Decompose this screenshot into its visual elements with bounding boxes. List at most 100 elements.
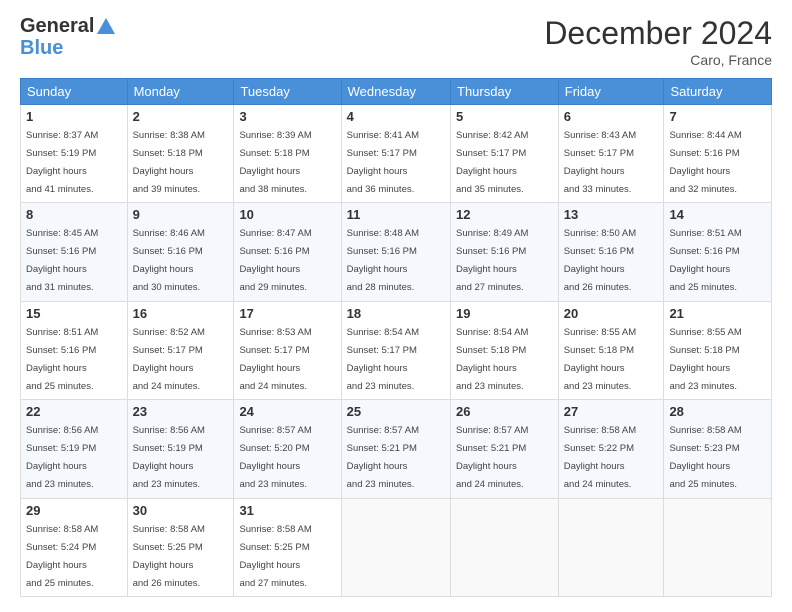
day-info: Sunrise: 8:41 AMSunset: 5:17 PMDaylight … (347, 130, 419, 195)
calendar-cell: 13 Sunrise: 8:50 AMSunset: 5:16 PMDaylig… (558, 203, 664, 301)
header-sunday: Sunday (21, 79, 128, 105)
calendar-cell: 20 Sunrise: 8:55 AMSunset: 5:18 PMDaylig… (558, 301, 664, 399)
day-number: 30 (133, 503, 229, 518)
calendar-week-3: 15 Sunrise: 8:51 AMSunset: 5:16 PMDaylig… (21, 301, 772, 399)
day-number: 21 (669, 306, 766, 321)
calendar-cell (558, 498, 664, 596)
day-number: 11 (347, 207, 445, 222)
day-info: Sunrise: 8:57 AMSunset: 5:21 PMDaylight … (456, 425, 528, 490)
day-number: 23 (133, 404, 229, 419)
day-number: 4 (347, 109, 445, 124)
calendar-cell: 22 Sunrise: 8:56 AMSunset: 5:19 PMDaylig… (21, 400, 128, 498)
day-number: 31 (239, 503, 335, 518)
calendar-week-5: 29 Sunrise: 8:58 AMSunset: 5:24 PMDaylig… (21, 498, 772, 596)
day-info: Sunrise: 8:55 AMSunset: 5:18 PMDaylight … (564, 327, 636, 392)
day-info: Sunrise: 8:56 AMSunset: 5:19 PMDaylight … (26, 425, 98, 490)
day-number: 6 (564, 109, 659, 124)
day-info: Sunrise: 8:57 AMSunset: 5:21 PMDaylight … (347, 425, 419, 490)
calendar-cell: 27 Sunrise: 8:58 AMSunset: 5:22 PMDaylig… (558, 400, 664, 498)
calendar-body: 1 Sunrise: 8:37 AMSunset: 5:19 PMDayligh… (21, 105, 772, 597)
header-saturday: Saturday (664, 79, 772, 105)
day-number: 8 (26, 207, 122, 222)
calendar-cell: 30 Sunrise: 8:58 AMSunset: 5:25 PMDaylig… (127, 498, 234, 596)
calendar-cell: 11 Sunrise: 8:48 AMSunset: 5:16 PMDaylig… (341, 203, 450, 301)
calendar-cell: 9 Sunrise: 8:46 AMSunset: 5:16 PMDayligh… (127, 203, 234, 301)
day-info: Sunrise: 8:51 AMSunset: 5:16 PMDaylight … (669, 228, 741, 293)
day-number: 27 (564, 404, 659, 419)
calendar-cell: 12 Sunrise: 8:49 AMSunset: 5:16 PMDaylig… (451, 203, 559, 301)
calendar-week-2: 8 Sunrise: 8:45 AMSunset: 5:16 PMDayligh… (21, 203, 772, 301)
calendar-cell: 3 Sunrise: 8:39 AMSunset: 5:18 PMDayligh… (234, 105, 341, 203)
day-number: 29 (26, 503, 122, 518)
header-tuesday: Tuesday (234, 79, 341, 105)
location: Caro, France (544, 52, 772, 68)
day-info: Sunrise: 8:44 AMSunset: 5:16 PMDaylight … (669, 130, 741, 195)
calendar-cell: 4 Sunrise: 8:41 AMSunset: 5:17 PMDayligh… (341, 105, 450, 203)
day-number: 16 (133, 306, 229, 321)
day-number: 25 (347, 404, 445, 419)
calendar-cell: 28 Sunrise: 8:58 AMSunset: 5:23 PMDaylig… (664, 400, 772, 498)
calendar-cell: 15 Sunrise: 8:51 AMSunset: 5:16 PMDaylig… (21, 301, 128, 399)
calendar-week-1: 1 Sunrise: 8:37 AMSunset: 5:19 PMDayligh… (21, 105, 772, 203)
day-info: Sunrise: 8:50 AMSunset: 5:16 PMDaylight … (564, 228, 636, 293)
calendar-cell (341, 498, 450, 596)
day-number: 12 (456, 207, 553, 222)
calendar-cell: 16 Sunrise: 8:52 AMSunset: 5:17 PMDaylig… (127, 301, 234, 399)
calendar-cell: 23 Sunrise: 8:56 AMSunset: 5:19 PMDaylig… (127, 400, 234, 498)
month-title: December 2024 (544, 15, 772, 52)
header-monday: Monday (127, 79, 234, 105)
day-info: Sunrise: 8:49 AMSunset: 5:16 PMDaylight … (456, 228, 528, 293)
title-block: December 2024 Caro, France (544, 15, 772, 68)
header-thursday: Thursday (451, 79, 559, 105)
day-info: Sunrise: 8:39 AMSunset: 5:18 PMDaylight … (239, 130, 311, 195)
day-info: Sunrise: 8:58 AMSunset: 5:23 PMDaylight … (669, 425, 741, 490)
day-info: Sunrise: 8:43 AMSunset: 5:17 PMDaylight … (564, 130, 636, 195)
day-info: Sunrise: 8:54 AMSunset: 5:18 PMDaylight … (456, 327, 528, 392)
day-info: Sunrise: 8:54 AMSunset: 5:17 PMDaylight … (347, 327, 419, 392)
logo-icon (95, 16, 117, 38)
day-info: Sunrise: 8:58 AMSunset: 5:25 PMDaylight … (133, 524, 205, 589)
day-number: 26 (456, 404, 553, 419)
calendar-cell: 29 Sunrise: 8:58 AMSunset: 5:24 PMDaylig… (21, 498, 128, 596)
calendar-cell: 2 Sunrise: 8:38 AMSunset: 5:18 PMDayligh… (127, 105, 234, 203)
day-number: 28 (669, 404, 766, 419)
day-info: Sunrise: 8:58 AMSunset: 5:24 PMDaylight … (26, 524, 98, 589)
day-info: Sunrise: 8:51 AMSunset: 5:16 PMDaylight … (26, 327, 98, 392)
day-info: Sunrise: 8:46 AMSunset: 5:16 PMDaylight … (133, 228, 205, 293)
header: General Blue December 2024 Caro, France (20, 15, 772, 68)
day-number: 22 (26, 404, 122, 419)
logo-blue: Blue (20, 38, 117, 58)
day-number: 24 (239, 404, 335, 419)
calendar-cell (451, 498, 559, 596)
day-info: Sunrise: 8:38 AMSunset: 5:18 PMDaylight … (133, 130, 205, 195)
calendar-cell: 31 Sunrise: 8:58 AMSunset: 5:25 PMDaylig… (234, 498, 341, 596)
header-friday: Friday (558, 79, 664, 105)
day-number: 14 (669, 207, 766, 222)
day-number: 15 (26, 306, 122, 321)
calendar-cell: 17 Sunrise: 8:53 AMSunset: 5:17 PMDaylig… (234, 301, 341, 399)
day-info: Sunrise: 8:56 AMSunset: 5:19 PMDaylight … (133, 425, 205, 490)
logo-text: General (20, 15, 117, 38)
header-wednesday: Wednesday (341, 79, 450, 105)
day-info: Sunrise: 8:45 AMSunset: 5:16 PMDaylight … (26, 228, 98, 293)
day-info: Sunrise: 8:58 AMSunset: 5:25 PMDaylight … (239, 524, 311, 589)
calendar-header-row: Sunday Monday Tuesday Wednesday Thursday… (21, 79, 772, 105)
day-info: Sunrise: 8:42 AMSunset: 5:17 PMDaylight … (456, 130, 528, 195)
day-info: Sunrise: 8:53 AMSunset: 5:17 PMDaylight … (239, 327, 311, 392)
calendar-cell: 10 Sunrise: 8:47 AMSunset: 5:16 PMDaylig… (234, 203, 341, 301)
day-number: 19 (456, 306, 553, 321)
day-number: 2 (133, 109, 229, 124)
calendar-cell: 25 Sunrise: 8:57 AMSunset: 5:21 PMDaylig… (341, 400, 450, 498)
day-number: 1 (26, 109, 122, 124)
day-info: Sunrise: 8:55 AMSunset: 5:18 PMDaylight … (669, 327, 741, 392)
calendar-cell: 14 Sunrise: 8:51 AMSunset: 5:16 PMDaylig… (664, 203, 772, 301)
day-number: 20 (564, 306, 659, 321)
day-number: 5 (456, 109, 553, 124)
calendar-cell: 26 Sunrise: 8:57 AMSunset: 5:21 PMDaylig… (451, 400, 559, 498)
calendar-cell (664, 498, 772, 596)
day-info: Sunrise: 8:47 AMSunset: 5:16 PMDaylight … (239, 228, 311, 293)
calendar-table: Sunday Monday Tuesday Wednesday Thursday… (20, 78, 772, 597)
day-number: 17 (239, 306, 335, 321)
calendar-cell: 21 Sunrise: 8:55 AMSunset: 5:18 PMDaylig… (664, 301, 772, 399)
calendar-cell: 6 Sunrise: 8:43 AMSunset: 5:17 PMDayligh… (558, 105, 664, 203)
